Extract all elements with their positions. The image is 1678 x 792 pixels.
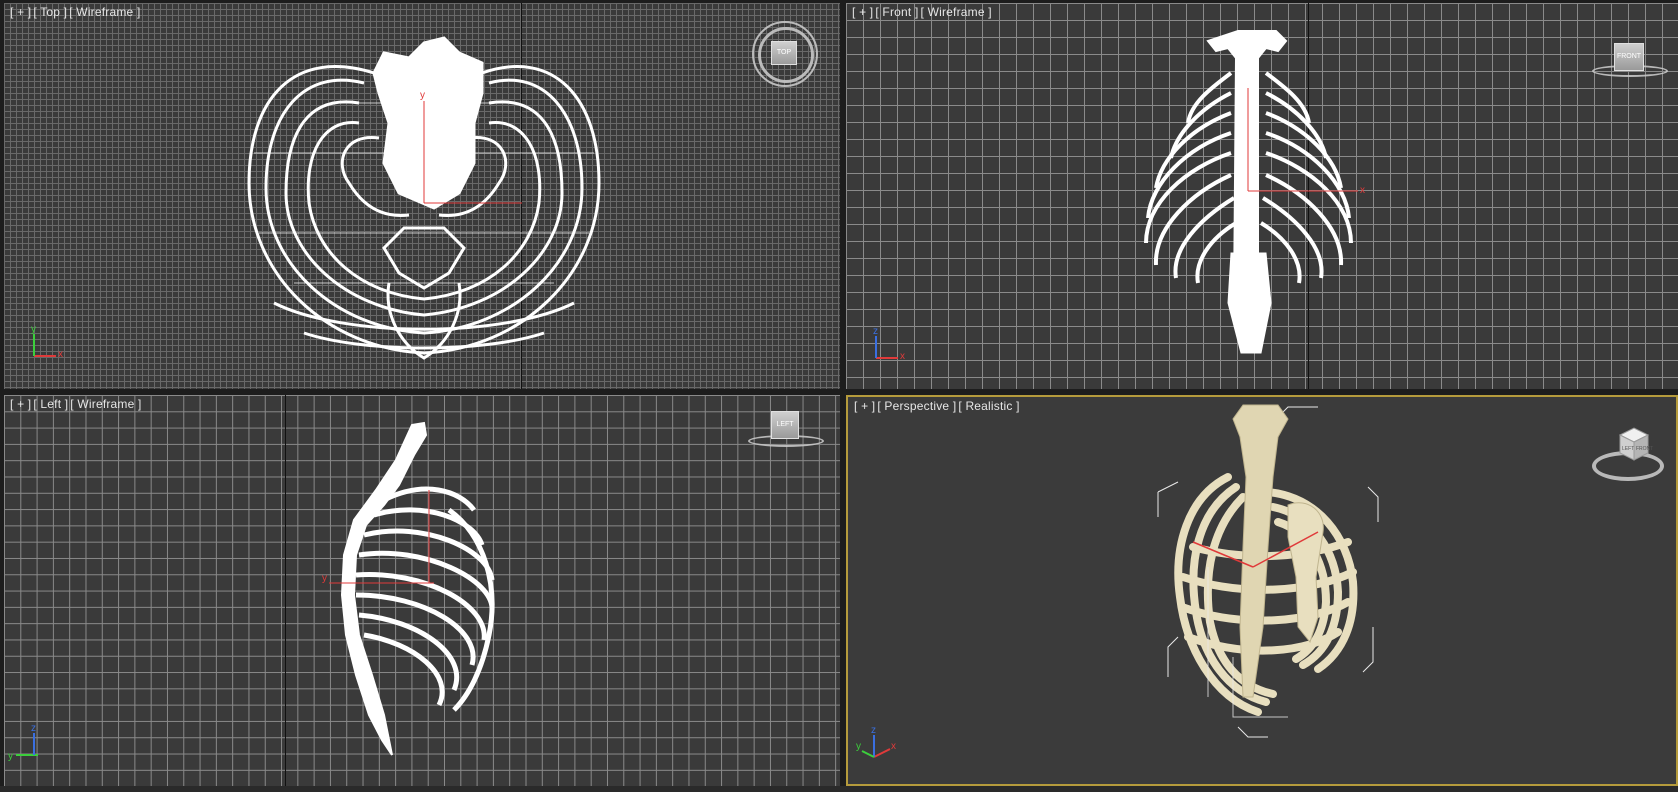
viewport-label-front[interactable]: [ + ][ Front ][ Wireframe ] <box>852 5 994 19</box>
viewport-perspective[interactable]: [ + ][ Perspective ][ Realistic ] LEFT F… <box>846 395 1678 786</box>
viewport-shading-mode[interactable]: [ Wireframe ] <box>921 5 992 19</box>
svg-text:y: y <box>322 573 327 584</box>
viewport-top[interactable]: [ + ][ Top ][ Wireframe ] y TOP x y <box>4 3 840 389</box>
viewport-shading-mode[interactable]: [ Realistic ] <box>958 399 1019 413</box>
axis-z-label: z <box>873 326 878 337</box>
viewport-menu-plus[interactable]: [ + ] <box>854 399 875 413</box>
axis-tripod-icon: x z y <box>856 725 896 758</box>
status-bar-strip <box>0 786 1678 792</box>
ribcage-top-wireframe: y <box>247 36 601 360</box>
axis-z-label: z <box>31 723 36 734</box>
viewport-label-left[interactable]: [ + ][ Left ][ Wireframe ] <box>10 397 144 411</box>
viewport-view-name[interactable]: [ Left ] <box>33 397 68 411</box>
svg-text:y: y <box>420 90 425 101</box>
viewport-left[interactable]: [ + ][ Left ][ Wireframe ] y LEFT y z <box>4 395 840 786</box>
viewport-front[interactable]: [ + ][ Front ][ Wireframe ] x FRONT x z <box>846 3 1678 389</box>
viewcube-face-left[interactable]: LEFT <box>1622 446 1634 452</box>
viewport-shading-mode[interactable]: [ Wireframe ] <box>70 397 141 411</box>
viewcube-face-label[interactable]: TOP <box>771 41 797 65</box>
viewport-view-name[interactable]: [ Top ] <box>33 5 67 19</box>
viewport-menu-plus[interactable]: [ + ] <box>10 397 31 411</box>
axis-tripod-icon: y z <box>8 723 38 762</box>
viewcube-face-label[interactable]: LEFT <box>771 411 799 439</box>
axis-x-label: x <box>900 351 905 362</box>
viewcube-perspective-icon[interactable]: LEFT FRONT <box>1592 427 1672 489</box>
axis-y-label: y <box>8 751 13 762</box>
viewport-menu-plus[interactable]: [ + ] <box>10 5 31 19</box>
viewport-label-top[interactable]: [ + ][ Top ][ Wireframe ] <box>10 5 143 19</box>
viewcube-top-icon[interactable]: TOP <box>752 21 820 89</box>
viewcube-face-front[interactable]: FRONT <box>1636 446 1653 452</box>
viewport-label-perspective[interactable]: [ + ][ Perspective ][ Realistic ] <box>854 399 1022 413</box>
axis-z-label: z <box>871 725 876 736</box>
ribcage-perspective-shaded <box>1157 404 1379 738</box>
axis-x-label: x <box>58 349 63 360</box>
ribcage-left-wireframe: y <box>322 421 495 756</box>
viewport-view-name[interactable]: [ Front ] <box>875 5 918 19</box>
ribcage-front-wireframe: x <box>1144 30 1365 354</box>
axis-tripod-icon: x z <box>873 326 905 362</box>
viewport-menu-plus[interactable]: [ + ] <box>852 5 873 19</box>
axis-y-label: y <box>856 741 861 752</box>
viewcube-front-icon[interactable]: FRONT <box>1592 37 1672 81</box>
axis-y-label: y <box>31 324 36 335</box>
viewport-shading-mode[interactable]: [ Wireframe ] <box>69 5 140 19</box>
viewport-view-name[interactable]: [ Perspective ] <box>877 399 956 413</box>
viewcube-face-label[interactable]: FRONT <box>1614 43 1644 71</box>
svg-text:x: x <box>1360 185 1365 196</box>
axis-x-label: x <box>891 741 896 752</box>
viewcube-left-icon[interactable]: LEFT <box>748 407 828 449</box>
axis-tripod-icon: x y <box>31 324 63 360</box>
